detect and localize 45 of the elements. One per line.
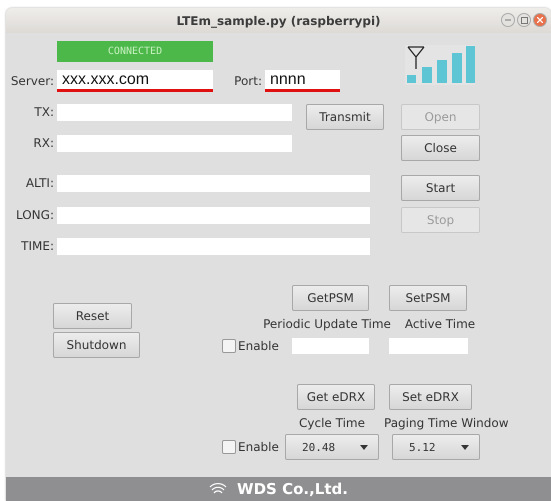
- port-field[interactable]: nnnn: [265, 70, 340, 92]
- company-name: WDS Co.,Ltd.: [237, 480, 348, 498]
- column-label: Periodic Update Time: [262, 317, 392, 332]
- dropdown[interactable]: 5.12: [392, 434, 480, 460]
- text-field[interactable]: [57, 175, 370, 192]
- signal-strength-icon: [405, 45, 475, 85]
- field-label: RX:: [32, 135, 54, 152]
- rx-field[interactable]: [57, 135, 292, 152]
- server-field[interactable]: xxx.xxx.com: [57, 70, 213, 92]
- button[interactable]: Close: [401, 135, 480, 161]
- button[interactable]: Reset: [53, 303, 132, 329]
- field-label: Port:: [233, 72, 262, 90]
- close-button[interactable]: [533, 13, 547, 27]
- text-field[interactable]: [57, 238, 370, 255]
- enable-checkbox[interactable]: Enable: [222, 339, 282, 353]
- minimize-button[interactable]: [501, 13, 515, 27]
- connection-status: CONNECTED: [57, 41, 213, 62]
- button[interactable]: Set eDRX: [389, 384, 472, 410]
- dropdown[interactable]: 20.48: [285, 434, 379, 460]
- close-icon: [537, 17, 543, 23]
- enable-checkbox[interactable]: Enable: [222, 440, 282, 454]
- text-field[interactable]: [57, 207, 370, 224]
- button[interactable]: Transmit: [306, 104, 384, 130]
- button[interactable]: Get eDRX: [297, 384, 375, 410]
- button[interactable]: GetPSM: [292, 285, 369, 311]
- caret-icon: [360, 444, 368, 450]
- minus-icon: [505, 19, 511, 21]
- text-field[interactable]: [292, 338, 369, 354]
- field-label: ALTI:: [24, 175, 54, 192]
- maximize-button[interactable]: [517, 13, 531, 27]
- field-label: TX:: [33, 104, 54, 121]
- window-title: LTEm_sample.py (raspberrypi): [176, 14, 381, 28]
- column-label: Active Time: [404, 317, 476, 332]
- square-icon: [520, 16, 528, 24]
- column-label: Paging Time Window: [384, 416, 506, 431]
- button[interactable]: Start: [401, 175, 480, 201]
- button[interactable]: SetPSM: [389, 285, 467, 311]
- column-label: Cycle Time: [298, 416, 366, 431]
- caret-icon: [461, 444, 469, 450]
- text-field[interactable]: [389, 338, 468, 354]
- tx-field[interactable]: [57, 104, 292, 121]
- button[interactable]: Shutdown: [53, 332, 140, 358]
- field-label: LONG:: [14, 207, 54, 224]
- field-label: TIME:: [20, 238, 54, 255]
- field-label: Server:: [10, 72, 54, 90]
